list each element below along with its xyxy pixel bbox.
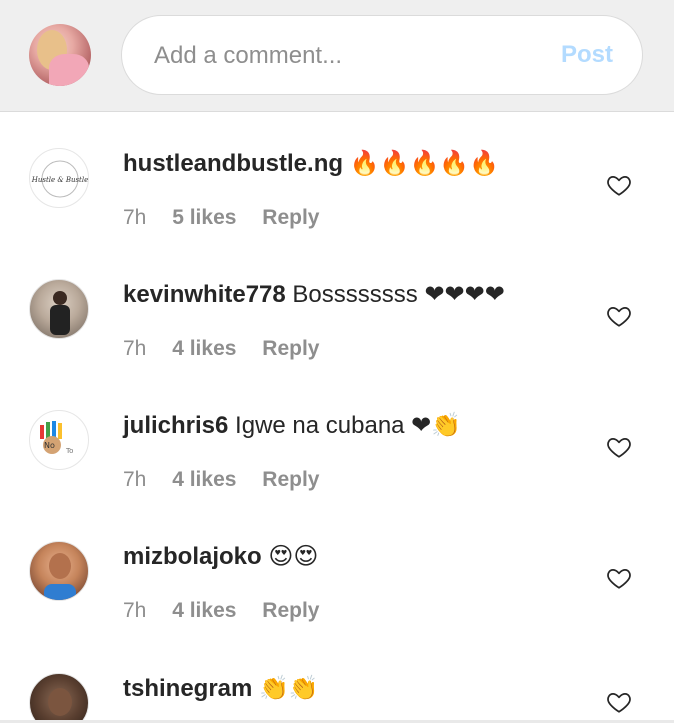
- comment-time: 7h: [123, 206, 147, 229]
- avatar[interactable]: No To: [29, 410, 89, 470]
- comment-item: tshinegram 👏👏: [0, 673, 674, 720]
- comment-time: 7h: [123, 468, 147, 491]
- comment-meta: 7h 4 likes Reply: [123, 597, 339, 625]
- comment-username[interactable]: hustleandbustle.ng: [123, 150, 343, 177]
- comment-text: 🔥🔥🔥🔥🔥: [349, 150, 500, 177]
- heart-outline-icon[interactable]: [606, 172, 632, 198]
- hustle-logo-text: Hustle & Bustle: [31, 176, 89, 184]
- post-button[interactable]: Post: [561, 16, 613, 94]
- comment-username[interactable]: julichris6: [123, 412, 228, 439]
- comment-meta: 7h 4 likes Reply: [123, 335, 339, 363]
- svg-text:To: To: [65, 447, 73, 455]
- comment-item: Hustle & Bustle hustleandbustle.ng 🔥🔥🔥🔥🔥…: [0, 148, 674, 279]
- reply-button[interactable]: Reply: [262, 599, 319, 622]
- comment-meta: 7h 5 likes Reply: [123, 204, 339, 232]
- comment-time: 7h: [123, 599, 147, 622]
- comment-username[interactable]: tshinegram: [123, 675, 252, 702]
- comment-text: 👏👏: [259, 675, 319, 702]
- comment-composer: Post: [0, 0, 674, 112]
- svg-text:No: No: [44, 441, 55, 450]
- comment-input-container: Post: [121, 15, 643, 96]
- comment-likes[interactable]: 5 likes: [172, 206, 236, 229]
- comment-text: Bossssssss ❤❤❤❤: [292, 281, 505, 308]
- heart-outline-icon[interactable]: [606, 303, 632, 329]
- heart-outline-icon[interactable]: [606, 434, 632, 460]
- reply-button[interactable]: Reply: [262, 206, 319, 229]
- reply-button[interactable]: Reply: [262, 468, 319, 491]
- avatar[interactable]: [29, 541, 89, 601]
- comment-text: Igwe na cubana ❤👏: [235, 412, 462, 439]
- avatar[interactable]: [29, 673, 89, 720]
- comment-likes[interactable]: 4 likes: [172, 337, 236, 360]
- heart-outline-icon[interactable]: [606, 565, 632, 591]
- comment-likes[interactable]: 4 likes: [172, 468, 236, 491]
- comment-meta: 7h 4 likes Reply: [123, 466, 339, 494]
- avatar[interactable]: Hustle & Bustle: [29, 148, 89, 208]
- comment-username[interactable]: kevinwhite778: [123, 281, 286, 308]
- reply-button[interactable]: Reply: [262, 337, 319, 360]
- comment-input[interactable]: [152, 16, 536, 96]
- avatar[interactable]: [29, 279, 89, 339]
- comment-text: 😍😍: [268, 543, 319, 570]
- comment-item: kevinwhite778 Bossssssss ❤❤❤❤ 7h 4 likes…: [0, 279, 674, 410]
- comment-item: No To julichris6 Igwe na cubana ❤👏 7h 4 …: [0, 410, 674, 541]
- comment-item: mizbolajoko 😍😍 7h 4 likes Reply: [0, 541, 674, 672]
- comment-username[interactable]: mizbolajoko: [123, 543, 262, 570]
- comment-likes[interactable]: 4 likes: [172, 599, 236, 622]
- current-user-avatar: [29, 24, 91, 86]
- heart-outline-icon[interactable]: [606, 689, 632, 715]
- comment-time: 7h: [123, 337, 147, 360]
